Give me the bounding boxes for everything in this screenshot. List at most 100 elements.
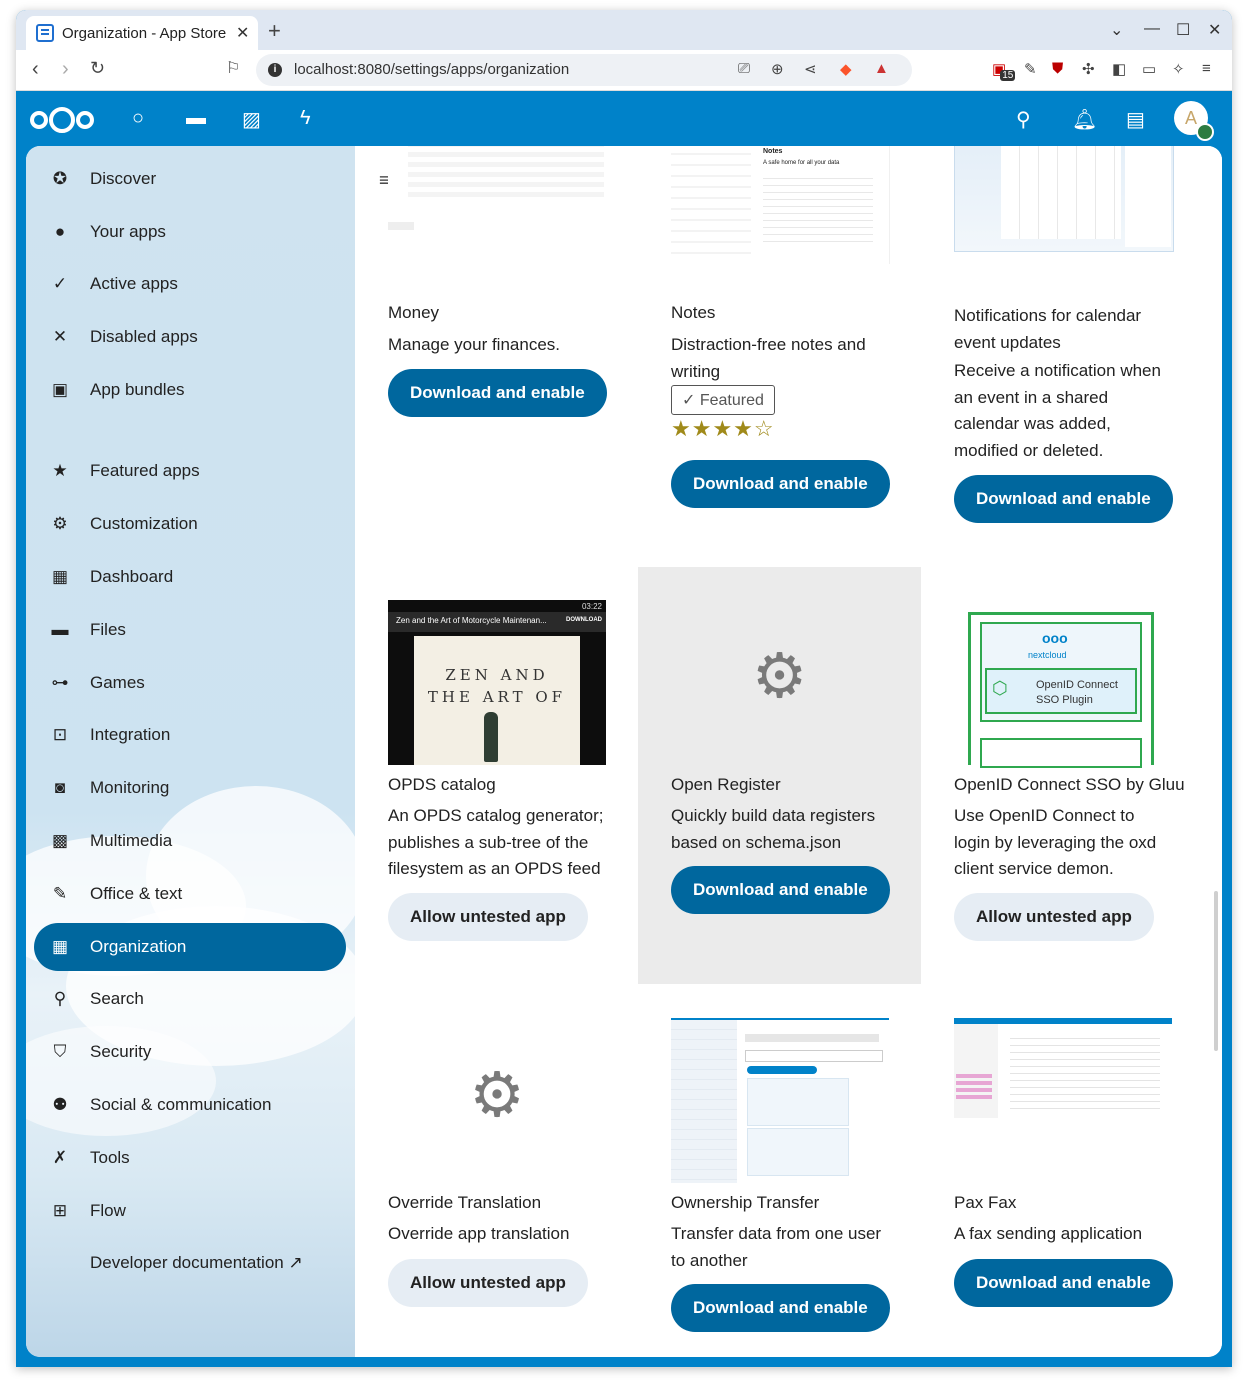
preview-book-cover: ZEN AND THE ART OF	[427, 666, 567, 706]
sidebar-item-security[interactable]: ⛉ Security	[34, 1028, 346, 1076]
app-description: An OPDS catalog generator; publishes a s…	[388, 806, 604, 878]
app-list: ≡ Money Manage your finances. Download a…	[355, 146, 1222, 1357]
brave-rewards-icon[interactable]: ▲	[874, 60, 889, 77]
app-screenshot	[954, 146, 1174, 252]
allow-untested-button[interactable]: Allow untested app	[388, 893, 588, 941]
sidebar-item-dashboard[interactable]: ▦ Dashboard	[34, 553, 346, 601]
app-description: Use OpenID Connect to login by leveragin…	[954, 806, 1157, 878]
share-icon[interactable]: ⋖	[804, 60, 817, 78]
allow-untested-button[interactable]: Allow untested app	[388, 1259, 588, 1307]
download-enable-button[interactable]: Download and enable	[671, 460, 890, 508]
sidebar-item-organization[interactable]: ▦ Organization	[34, 923, 346, 971]
flow-icon: ⊞	[52, 1201, 68, 1220]
sidebar-item-label: Dashboard	[90, 567, 174, 586]
ublock-icon[interactable]: ⛊	[1052, 60, 1063, 77]
unified-search-icon[interactable]: ⚲	[1016, 107, 1031, 132]
sidebar-item-social-communication[interactable]: ⚉ Social & communication	[34, 1081, 346, 1129]
site-info-icon[interactable]: i	[268, 63, 282, 77]
extension-icon[interactable]: ✎	[1024, 60, 1037, 78]
bookmark-icon[interactable]: ⚐	[226, 58, 240, 78]
app-navigation-sidebar: ✪ Discover ● Your apps ✓ Active apps ✕ Disab…	[26, 146, 366, 1357]
app-screenshot: ooo nextcloud ⬡ OpenID Connect SSO Plugi…	[954, 600, 1172, 768]
sidebar-toggle-icon[interactable]: ◧	[1112, 60, 1126, 78]
app-name: OPDS catalog	[388, 775, 496, 794]
sidebar-item-flow[interactable]: ⊞ Flow	[34, 1187, 346, 1235]
sidebar-item-app-bundles[interactable]: ▣ App bundles	[34, 366, 346, 414]
sidebar-item-tools[interactable]: ✗ Tools	[34, 1134, 346, 1182]
activity-app-icon[interactable]: ϟ	[300, 107, 311, 130]
download-enable-button[interactable]: Download and enable	[954, 1259, 1173, 1307]
scrollbar[interactable]	[1214, 891, 1218, 1051]
app-name: OpenID Connect SSO by Gluu	[954, 775, 1185, 794]
archive-icon: ▣	[51, 380, 69, 399]
maximize-icon[interactable]: ☐	[1176, 20, 1190, 40]
sidebar-item-office-text[interactable]: ✎ Office & text	[34, 870, 346, 918]
download-enable-button[interactable]: Download and enable	[388, 369, 607, 417]
app-description: A fax sending application	[954, 1224, 1143, 1243]
app-description: Quickly build data registers based on sc…	[671, 806, 876, 852]
sidebar-item-multimedia[interactable]: ▩ Multimedia	[34, 817, 346, 865]
tab-close-icon[interactable]: ✕	[236, 23, 249, 43]
sidebar-item-disabled-apps[interactable]: ✕ Disabled apps	[34, 313, 346, 361]
wallet-icon[interactable]: ▭	[1142, 60, 1156, 78]
sidebar-item-files[interactable]: ▬ Files	[34, 606, 346, 654]
sidebar-item-label: Office & text	[90, 884, 183, 903]
files-app-icon[interactable]: ▬	[186, 107, 206, 130]
url-text: localhost:8080/settings/apps/organizatio…	[294, 61, 570, 78]
preview-download: DOWNLOAD	[566, 617, 602, 623]
sidebar-item-label: Games	[90, 673, 145, 692]
leo-ai-icon[interactable]: ✧	[1172, 60, 1185, 78]
sidebar-item-integration[interactable]: ⊡ Integration	[34, 711, 346, 759]
calendar-extension-icon[interactable]: ▣15	[992, 60, 1021, 81]
download-enable-button[interactable]: Download and enable	[671, 866, 890, 914]
sidebar-item-developer-documentation[interactable]: Developer documentation ↗	[34, 1239, 346, 1287]
check-icon: ✓	[682, 392, 700, 409]
star-icon: ★	[52, 461, 68, 480]
nextcloud-logo-icon[interactable]	[30, 107, 94, 133]
tab-list-chevron-icon[interactable]: ⌄	[1110, 20, 1123, 40]
contacts-menu-icon[interactable]: ▤	[1126, 107, 1145, 132]
multimedia-icon: ▩	[51, 831, 69, 850]
sidebar-item-active-apps[interactable]: ✓ Active apps	[34, 260, 346, 308]
discover-icon: ✪	[52, 169, 68, 188]
sidebar-item-label: Developer documentation ↗	[90, 1253, 303, 1272]
new-tab-button[interactable]: +	[268, 18, 281, 44]
user-icon: ●	[54, 222, 66, 241]
app-name: Override Translation	[388, 1193, 542, 1212]
sidebar-item-featured-apps[interactable]: ★ Featured apps	[34, 447, 346, 495]
app-description: Override app translation	[388, 1224, 570, 1243]
app-name: Notes	[671, 303, 716, 322]
photos-app-icon[interactable]: ▨	[242, 107, 261, 132]
avatar[interactable]: A	[1174, 101, 1214, 141]
reload-icon[interactable]: ↻	[90, 58, 105, 79]
rating-stars: ★★★★☆	[671, 416, 775, 441]
install-app-icon[interactable]: ⎚	[738, 60, 750, 77]
app-name: Pax Fax	[954, 1193, 1017, 1212]
allow-untested-button[interactable]: Allow untested app	[954, 893, 1154, 941]
extensions-puzzle-icon[interactable]: ✣	[1082, 60, 1095, 78]
app-screenshot: Notes A safe home for all your data	[671, 146, 890, 264]
dashboard-app-icon[interactable]: ○	[132, 107, 144, 130]
zoom-icon[interactable]: ⊕	[771, 60, 784, 78]
app-name: Notifications for calendar event updates	[954, 306, 1142, 352]
sidebar-item-discover[interactable]: ✪ Discover	[34, 155, 346, 203]
app-card-open-register[interactable]: ⚙ Open Register Quickly build data regis…	[638, 567, 921, 984]
sidebar-item-monitoring[interactable]: ◙ Monitoring	[34, 764, 346, 812]
menu-icon[interactable]: ≡	[1202, 60, 1211, 77]
download-enable-button[interactable]: Download and enable	[954, 475, 1173, 523]
notifications-bell-icon[interactable]: 🔔︎	[1072, 107, 1097, 132]
sidebar-item-label: Flow	[90, 1201, 126, 1220]
sidebar-item-games[interactable]: ⊶ Games	[34, 659, 346, 707]
minimize-icon[interactable]: —	[1144, 20, 1160, 38]
browser-tab[interactable]: Organization - App Store ✕	[26, 16, 258, 50]
download-enable-button[interactable]: Download and enable	[671, 1284, 890, 1332]
sidebar-item-customization[interactable]: ⚙ Customization	[34, 500, 346, 548]
window-close-icon[interactable]: ✕	[1208, 20, 1221, 40]
sidebar-item-search[interactable]: ⚲ Search	[34, 975, 346, 1023]
sidebar-item-your-apps[interactable]: ● Your apps	[34, 208, 346, 256]
brave-shields-icon[interactable]: ◆	[840, 60, 852, 78]
back-icon[interactable]: ‹	[32, 58, 39, 81]
app-description: Manage your finances.	[388, 335, 560, 354]
forward-icon[interactable]: ›	[62, 58, 69, 81]
search-icon: ⚲	[53, 989, 67, 1008]
